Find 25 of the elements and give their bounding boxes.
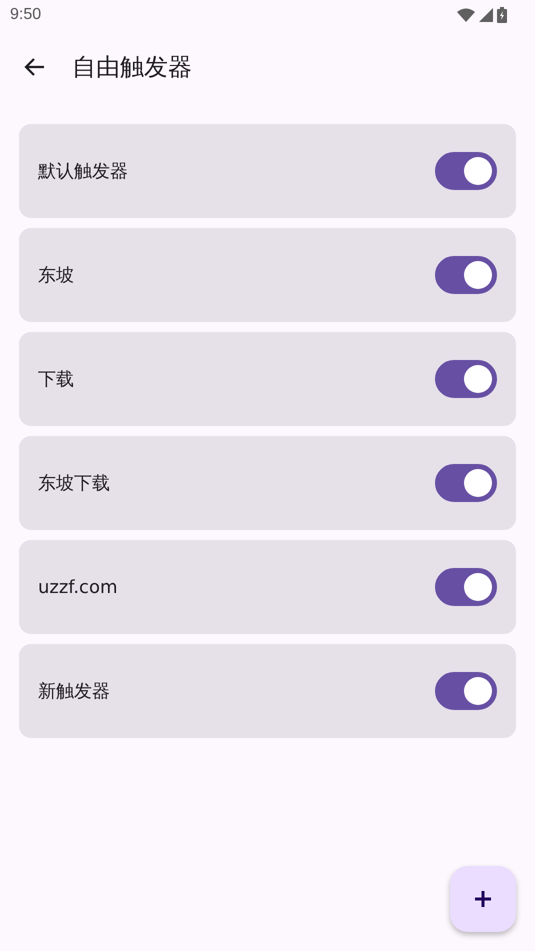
toggle-switch[interactable] [435,152,497,190]
trigger-name: 东坡 [38,264,74,287]
toggle-switch[interactable] [435,360,497,398]
trigger-card[interactable]: 默认触发器 [19,124,516,218]
trigger-name: 下载 [38,368,74,391]
signal-icon [479,8,493,22]
toggle-switch[interactable] [435,256,497,294]
plus-icon [474,890,492,908]
trigger-card[interactable]: 东坡下载 [19,436,516,530]
trigger-card[interactable]: 新触发器 [19,644,516,738]
trigger-card[interactable]: 下载 [19,332,516,426]
page-title: 自由触发器 [72,52,192,83]
trigger-name: 东坡下载 [38,472,110,495]
trigger-card[interactable]: 东坡 [19,228,516,322]
trigger-name: 新触发器 [38,680,110,703]
trigger-name: uzzf.com [38,576,118,598]
battery-icon [497,7,507,23]
toggle-switch[interactable] [435,464,497,502]
back-arrow-icon [23,57,45,77]
status-time: 9:50 [10,6,42,24]
wifi-icon [457,8,475,22]
toggle-switch[interactable] [435,672,497,710]
trigger-name: 默认触发器 [38,160,128,183]
trigger-card[interactable]: uzzf.com [19,540,516,634]
toggle-switch[interactable] [435,568,497,606]
